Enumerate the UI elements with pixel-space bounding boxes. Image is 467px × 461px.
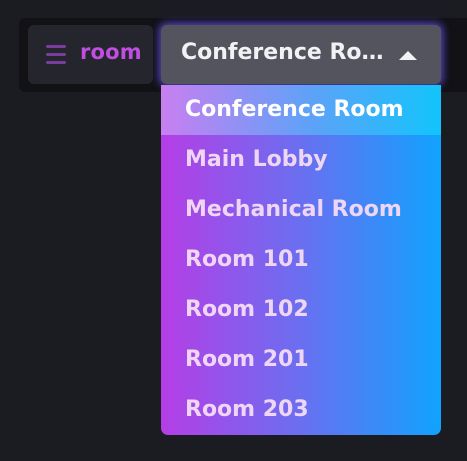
room-select-value: Conference Room	[181, 40, 391, 65]
room-dropdown-list: Conference Room Main Lobby Mechanical Ro…	[161, 85, 441, 435]
dropdown-option-mechanical-room[interactable]: Mechanical Room	[161, 185, 441, 235]
menu-icon[interactable]	[46, 45, 66, 64]
dropdown-option-room-203[interactable]: Room 203	[161, 385, 441, 435]
caret-up-icon[interactable]	[399, 51, 417, 60]
room-filter-chip[interactable]: room	[28, 25, 153, 84]
dropdown-option-room-102[interactable]: Room 102	[161, 285, 441, 335]
room-select[interactable]: Conference Room	[161, 25, 441, 84]
dropdown-option-room-101[interactable]: Room 101	[161, 235, 441, 285]
dropdown-option-room-201[interactable]: Room 201	[161, 335, 441, 385]
dropdown-option-main-lobby[interactable]: Main Lobby	[161, 135, 441, 185]
room-filter-label: room	[80, 40, 142, 64]
dropdown-option-conference-room[interactable]: Conference Room	[161, 85, 441, 135]
